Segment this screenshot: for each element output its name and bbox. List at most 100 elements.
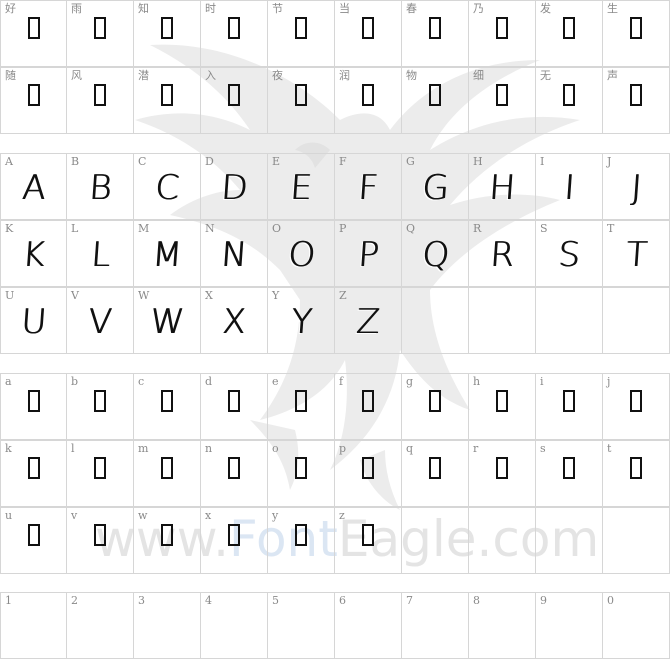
glyph-label: 好 (5, 2, 16, 15)
glyph-cell: XX (201, 287, 268, 354)
glyph-label: 当 (339, 2, 350, 15)
missing-glyph-box-icon (362, 84, 374, 106)
glyph-label: 雨 (71, 2, 82, 15)
glyph-label: W (138, 289, 150, 302)
glyph-cell: 8 (469, 592, 536, 659)
glyph-label: u (5, 509, 13, 522)
glyph-preview: D (201, 168, 267, 208)
missing-glyph-box (1, 455, 66, 483)
glyph-cell: 当 (335, 0, 402, 67)
glyph-preview: G (402, 168, 468, 208)
glyph-label: 时 (205, 2, 216, 15)
empty-cell (402, 507, 469, 574)
empty-cell (603, 287, 670, 354)
missing-glyph-box (134, 82, 200, 110)
missing-glyph-box-icon (161, 457, 173, 479)
missing-glyph-box-icon (161, 524, 173, 546)
glyph-cell: q (402, 440, 469, 507)
glyph-preview: Q (402, 235, 468, 275)
missing-glyph-box-icon (630, 457, 642, 479)
missing-glyph-box (469, 388, 535, 416)
missing-glyph-box (134, 522, 200, 550)
glyph-label: 细 (473, 69, 484, 82)
glyph-preview-text: W (148, 302, 186, 342)
missing-glyph-box-icon (630, 390, 642, 412)
missing-glyph-box-icon (563, 17, 575, 39)
missing-glyph-box (134, 388, 200, 416)
glyph-cell: 3 (134, 592, 201, 659)
missing-glyph-box (67, 388, 133, 416)
glyph-label: e (272, 375, 279, 388)
glyph-label: c (138, 375, 145, 388)
missing-glyph-box-icon (563, 457, 575, 479)
missing-glyph-box-icon (429, 84, 441, 106)
missing-glyph-box-icon (362, 524, 374, 546)
glyph-cell: YY (268, 287, 335, 354)
glyph-preview-text: X (220, 302, 248, 342)
glyph-cell: e (268, 373, 335, 440)
missing-glyph-box-icon (94, 390, 106, 412)
glyph-cell: r (469, 440, 536, 507)
missing-glyph-box-icon (362, 457, 374, 479)
glyph-cell: BB (67, 153, 134, 220)
glyph-label: O (272, 222, 282, 235)
missing-glyph-box-icon (362, 390, 374, 412)
glyph-preview-text: I (562, 168, 576, 208)
glyph-cell: CC (134, 153, 201, 220)
glyph-cell: 潜 (134, 67, 201, 134)
glyph-label: H (473, 155, 483, 168)
glyph-label: B (71, 155, 80, 168)
glyph-preview: S (536, 235, 602, 275)
glyph-cell: SS (536, 220, 603, 287)
glyph-cell: 好 (0, 0, 67, 67)
missing-glyph-box-icon (228, 524, 240, 546)
missing-glyph-box-icon (94, 524, 106, 546)
glyph-cell: 节 (268, 0, 335, 67)
glyph-cell: MM (134, 220, 201, 287)
cjk-glyph-grid: 好 雨 知 时 节 当 春 乃 发 生随 风 潜 入 夜 润 物 细 无 声 (0, 0, 670, 134)
glyph-cell: 生 (603, 0, 670, 67)
glyph-cell: a (0, 373, 67, 440)
glyph-preview-text: K (20, 235, 47, 275)
glyph-label: 生 (607, 2, 618, 15)
missing-glyph-box (268, 522, 334, 550)
glyph-label: r (473, 442, 479, 455)
glyph-label: V (71, 289, 79, 302)
missing-glyph-box (335, 82, 401, 110)
glyph-preview: Y (268, 302, 334, 342)
glyph-preview-text: H (487, 168, 517, 208)
glyph-label: 8 (473, 594, 480, 607)
missing-glyph-box (603, 15, 669, 43)
glyph-label: j (607, 375, 611, 388)
glyph-cell: 物 (402, 67, 469, 134)
glyph-label: d (205, 375, 213, 388)
missing-glyph-box (67, 82, 133, 110)
glyph-label: X (205, 289, 213, 302)
glyph-preview: M (134, 235, 200, 275)
glyph-cell: GG (402, 153, 469, 220)
empty-cell (536, 287, 603, 354)
missing-glyph-box (134, 15, 200, 43)
glyph-label: w (138, 509, 148, 522)
glyph-preview: J (603, 168, 669, 208)
glyph-preview: O (268, 235, 334, 275)
missing-glyph-box (268, 15, 334, 43)
missing-glyph-box-icon (295, 390, 307, 412)
glyph-label: 知 (138, 2, 149, 15)
glyph-preview: E (268, 168, 334, 208)
glyph-cell: z (335, 507, 402, 574)
missing-glyph-box-icon (496, 457, 508, 479)
glyph-cell: OO (268, 220, 335, 287)
glyph-preview-text: M (150, 235, 184, 275)
glyph-label: G (406, 155, 415, 168)
glyph-label: n (205, 442, 213, 455)
glyph-label: o (272, 442, 279, 455)
glyph-cell: w (134, 507, 201, 574)
empty-cell (469, 507, 536, 574)
glyph-cell: 发 (536, 0, 603, 67)
missing-glyph-box (268, 455, 334, 483)
glyph-cell: ZZ (335, 287, 402, 354)
empty-cell (402, 287, 469, 354)
glyph-preview-text: A (20, 168, 47, 208)
glyph-label: U (5, 289, 15, 302)
